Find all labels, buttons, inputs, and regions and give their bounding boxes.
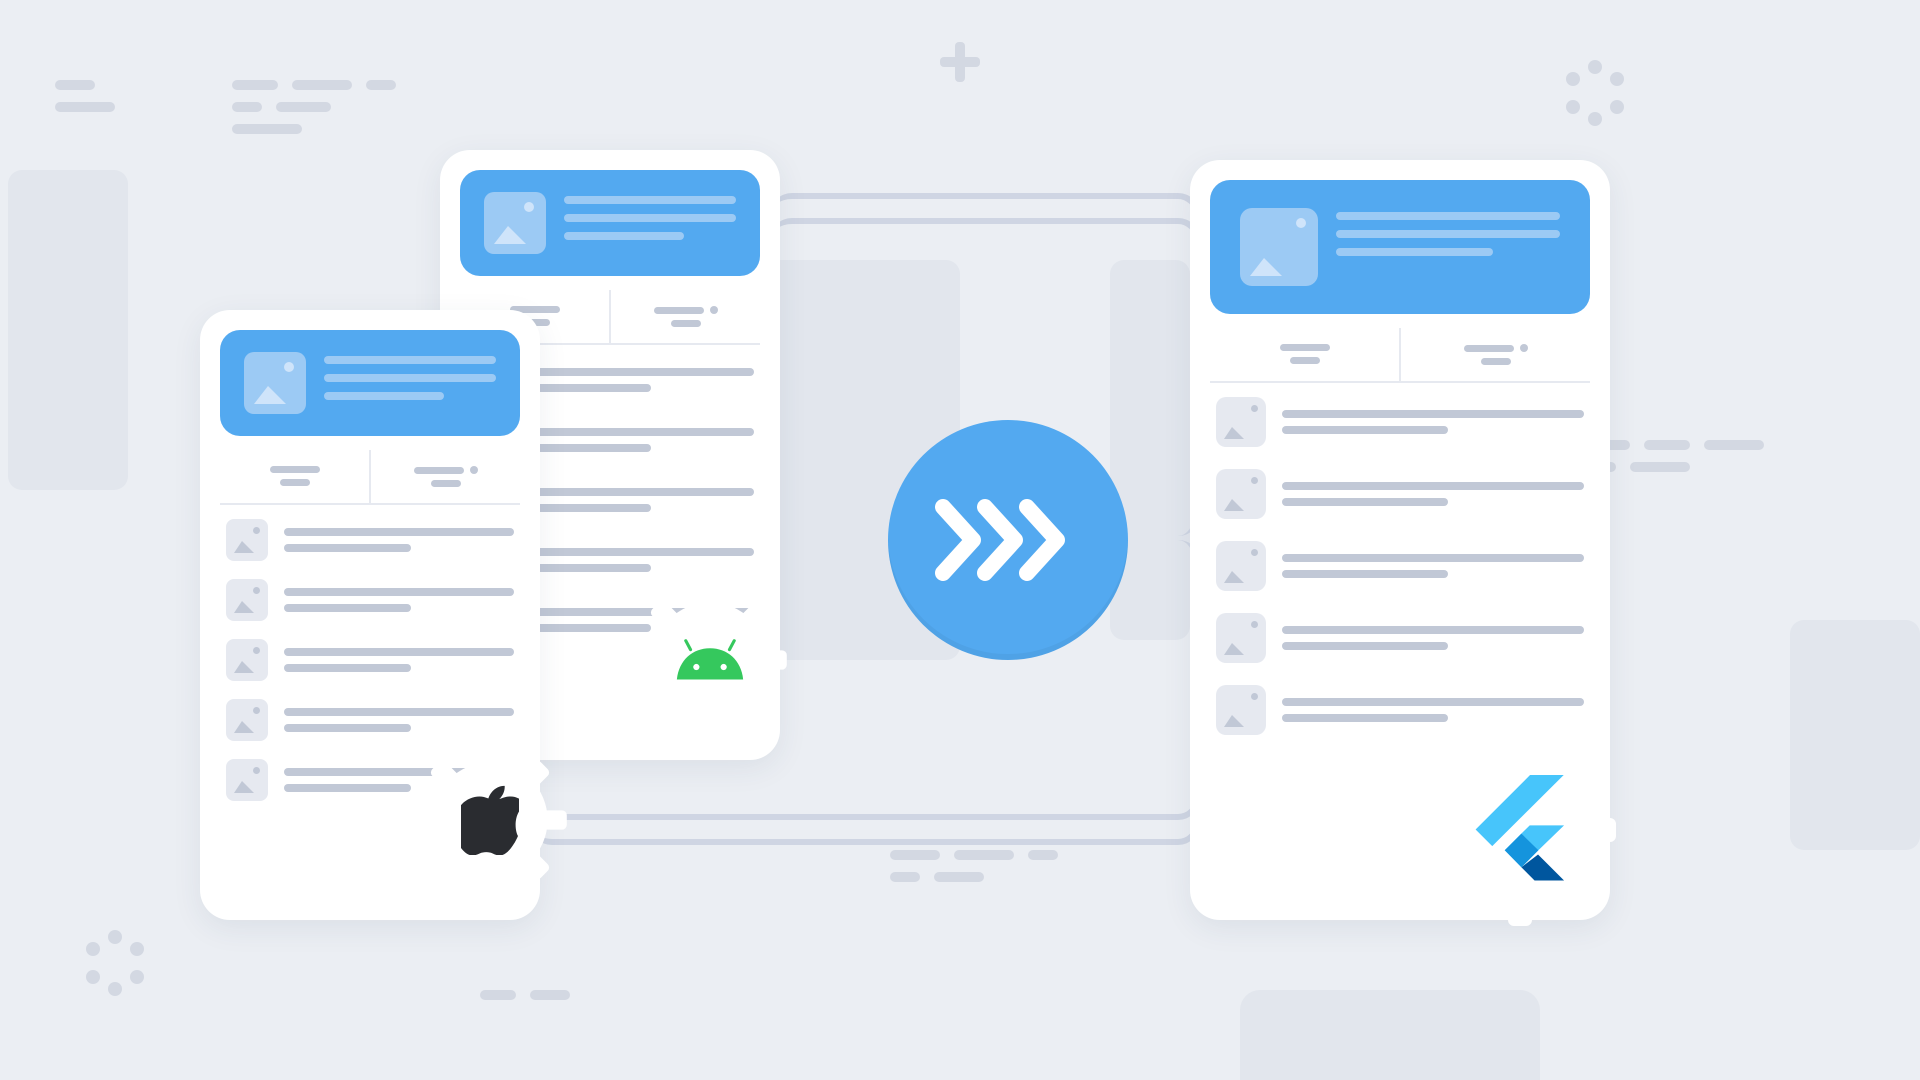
decorative-dashes (55, 80, 115, 112)
gear-badge-android (630, 580, 790, 740)
image-placeholder-icon (226, 759, 268, 801)
bg-block (1240, 990, 1540, 1080)
phone-tab (220, 450, 371, 503)
decorative-dots (80, 930, 150, 1000)
image-placeholder-icon (226, 639, 268, 681)
flutter-logo-icon (1475, 775, 1565, 885)
list-item (226, 519, 514, 561)
phone-tab (371, 450, 520, 503)
list-item (226, 639, 514, 681)
image-placeholder-icon (1216, 397, 1266, 447)
gear-badge-ios (410, 740, 570, 900)
image-placeholder-icon (1216, 469, 1266, 519)
list-item (1216, 541, 1584, 591)
image-placeholder-icon (1216, 685, 1266, 735)
header-text-placeholder (1336, 208, 1560, 256)
triple-chevron-right-icon (923, 495, 1093, 585)
image-placeholder-icon (226, 699, 268, 741)
list-item (1216, 613, 1584, 663)
phone-list (1210, 397, 1590, 735)
image-placeholder-icon (244, 352, 306, 414)
bg-block (1790, 620, 1920, 850)
image-placeholder-icon (1216, 613, 1266, 663)
image-placeholder-icon (484, 192, 546, 254)
apple-logo-icon (461, 785, 519, 855)
phone-header (220, 330, 520, 436)
transition-arrow-medallion (888, 420, 1128, 660)
header-text-placeholder (324, 352, 496, 400)
decorative-dashes (890, 850, 1058, 882)
phone-tab (1210, 328, 1401, 381)
list-item (226, 579, 514, 621)
list-item (1216, 469, 1584, 519)
image-placeholder-icon (1216, 541, 1266, 591)
android-logo-icon (671, 635, 749, 685)
list-item (1216, 685, 1584, 735)
phone-tab (1401, 328, 1590, 381)
phone-tabs (1210, 328, 1590, 383)
phone-header (460, 170, 760, 276)
list-item (226, 699, 514, 741)
phone-header (1210, 180, 1590, 314)
decorative-dashes (480, 990, 570, 1000)
gear-badge-flutter (1420, 730, 1620, 930)
image-placeholder-icon (226, 579, 268, 621)
header-text-placeholder (564, 192, 736, 240)
decorative-dots (1560, 60, 1630, 130)
image-placeholder-icon (226, 519, 268, 561)
phone-tabs (220, 450, 520, 505)
list-item (1216, 397, 1584, 447)
bg-block (8, 170, 128, 490)
decorative-dashes (232, 80, 396, 134)
image-placeholder-icon (1240, 208, 1318, 286)
phone-tab (611, 290, 760, 343)
